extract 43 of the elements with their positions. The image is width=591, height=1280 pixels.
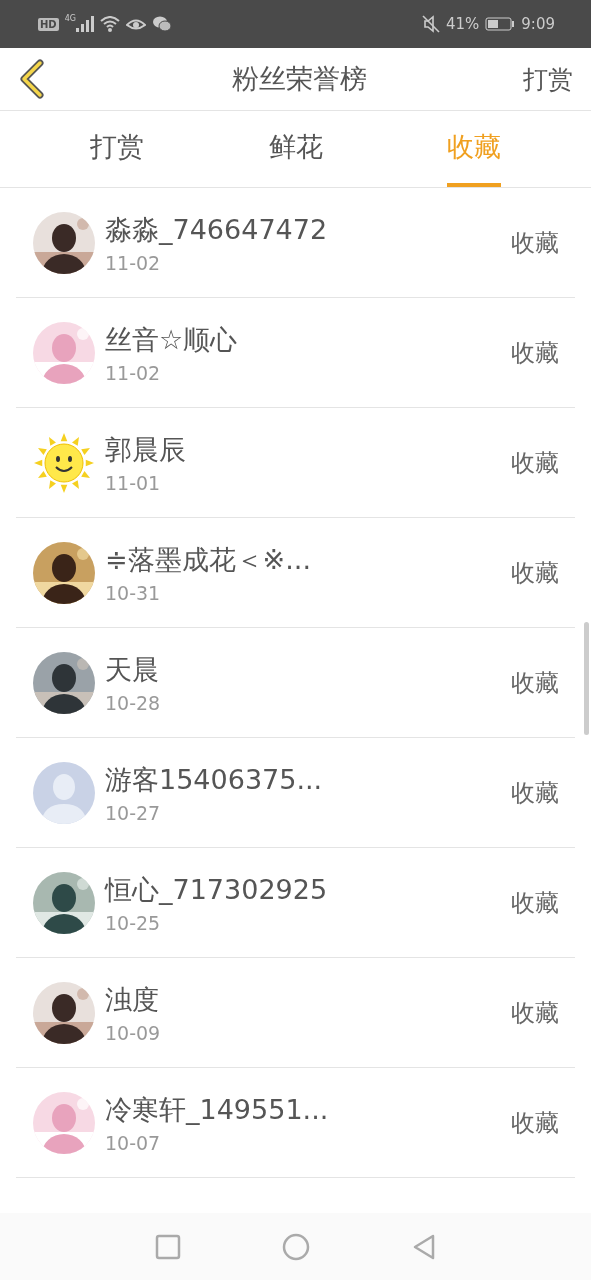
date: 11-02 <box>105 361 162 384</box>
action-label: 收藏 <box>511 557 559 589</box>
user-name: 游客15406375... <box>105 762 324 797</box>
date: 10-25 <box>105 911 162 934</box>
date: 11-02 <box>105 251 162 274</box>
tab[interactable]: 鲜花 <box>238 111 353 187</box>
tab[interactable]: 打赏 <box>60 111 174 187</box>
battery-percent: 41% <box>445 15 480 33</box>
action-label: 收藏 <box>511 1107 559 1139</box>
hd-icon: HD <box>38 17 59 31</box>
date: 11-01 <box>105 471 162 494</box>
signal-icon <box>75 16 94 32</box>
home-icon[interactable] <box>281 1232 310 1261</box>
action-label: 收藏 <box>511 997 559 1029</box>
network-type: 4G <box>64 14 76 23</box>
recent-apps-icon[interactable] <box>153 1232 182 1261</box>
chat-icon <box>151 16 172 32</box>
user-name: 淼淼_746647472 <box>105 212 329 247</box>
user-name: 浊度 <box>105 982 160 1017</box>
action-label: 收藏 <box>511 337 559 369</box>
date: 10-31 <box>105 581 162 604</box>
user-name: 丝音☆顺心 <box>105 322 239 357</box>
wifi-icon <box>99 16 120 32</box>
action-label: 收藏 <box>511 447 559 479</box>
date: 10-09 <box>105 1021 162 1044</box>
user-name: 郭晨辰 <box>105 432 187 467</box>
user-name: ≑落墨成花＜※... <box>105 542 312 577</box>
page-title: 粉丝荣誉榜 <box>231 62 368 96</box>
action-label: 收藏 <box>511 667 559 699</box>
action-label: 收藏 <box>511 887 559 919</box>
action-label: 收藏 <box>511 227 559 259</box>
user-name: 恒心_717302925 <box>105 872 329 907</box>
date: 10-27 <box>105 801 162 824</box>
sun-icon <box>33 431 95 494</box>
action-label: 收藏 <box>511 777 559 809</box>
tip-button[interactable]: 打赏 <box>523 62 573 96</box>
clock: 9:09 <box>521 15 555 33</box>
mute-icon <box>421 15 440 33</box>
date: 10-07 <box>105 1131 162 1154</box>
user-name: 天晨 <box>105 652 160 687</box>
battery-icon <box>485 17 516 31</box>
date: 10-28 <box>105 691 162 714</box>
user-name: 冷寒轩_149551... <box>105 1092 330 1127</box>
